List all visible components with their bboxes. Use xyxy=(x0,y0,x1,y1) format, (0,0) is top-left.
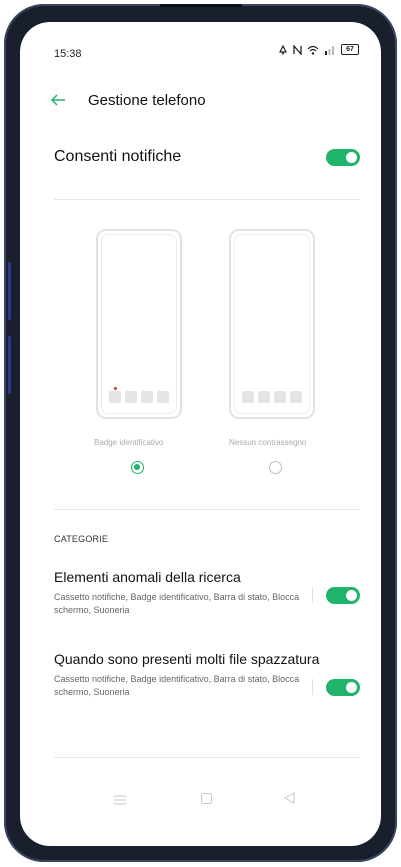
badge-option-label: Badge identificativo xyxy=(94,438,164,447)
no-badge-preview-screen xyxy=(234,234,310,414)
badge-option-radio[interactable] xyxy=(131,461,144,474)
divider xyxy=(54,199,360,200)
badge-preview-phone xyxy=(96,229,182,419)
top-bezel-slot xyxy=(160,4,242,7)
no-badge-option-label: Nessun contrassegno xyxy=(229,438,307,447)
badge-dot xyxy=(114,387,117,390)
category-toggle[interactable] xyxy=(326,587,360,604)
divider xyxy=(54,757,360,758)
toggle-knob xyxy=(346,152,357,163)
status-bar: 15:38 67 xyxy=(20,22,381,60)
app-icon xyxy=(258,391,270,403)
no-badge-option-radio[interactable] xyxy=(269,461,282,474)
toggle-knob xyxy=(346,682,357,693)
divider xyxy=(54,509,360,510)
category-description: Cassetto notifiche, Badge identificativo… xyxy=(54,674,300,697)
home-button[interactable] xyxy=(201,791,212,809)
page-title: Gestione telefono xyxy=(88,92,206,109)
back-nav-button[interactable] xyxy=(283,791,295,809)
allow-notifications-toggle[interactable] xyxy=(326,149,360,166)
app-icon xyxy=(274,391,286,403)
home-icon xyxy=(201,793,212,804)
categories-header: CATEGORIE xyxy=(54,534,109,544)
badge-preview-screen xyxy=(101,234,177,414)
app-icon xyxy=(290,391,302,403)
category-item[interactable]: Quando sono presenti molti file spazzatu… xyxy=(54,648,360,699)
volume-down-key xyxy=(8,336,11,394)
header: Gestione telefono xyxy=(20,90,381,114)
alarm-icon xyxy=(279,44,287,54)
app-icon xyxy=(125,391,137,403)
vertical-separator xyxy=(312,679,313,695)
toggle-knob xyxy=(346,590,357,601)
app-icon xyxy=(242,391,254,403)
app-icon xyxy=(109,387,121,403)
back-triangle-icon xyxy=(283,792,295,804)
category-description: Cassetto notifiche, Badge identificativo… xyxy=(54,592,300,615)
allow-notifications-row: Consenti notifiche xyxy=(54,146,360,170)
badge-preview-dock xyxy=(98,387,180,403)
menu-button[interactable] xyxy=(114,792,126,810)
category-title: Quando sono presenti molti file spazzatu… xyxy=(54,651,320,667)
category-title: Elementi anomali della ricerca xyxy=(54,569,241,585)
no-badge-preview-phone xyxy=(229,229,315,419)
vertical-separator xyxy=(312,587,313,603)
nfc-icon xyxy=(293,44,302,55)
volume-up-key xyxy=(8,262,11,320)
battery-icon: 67 xyxy=(341,44,359,55)
category-item[interactable]: Elementi anomali della ricerca Cassetto … xyxy=(54,566,360,617)
signal-icon xyxy=(325,45,334,55)
category-toggle[interactable] xyxy=(326,679,360,696)
allow-notifications-label: Consenti notifiche xyxy=(54,148,182,165)
status-time: 15:38 xyxy=(54,48,82,60)
no-badge-preview-dock xyxy=(231,391,313,403)
app-icon xyxy=(157,391,169,403)
arrow-left-icon xyxy=(50,94,65,106)
back-button[interactable] xyxy=(50,93,66,112)
screen: 15:38 67 Gestione telefono Consenti noti… xyxy=(20,22,381,846)
menu-icon xyxy=(114,795,126,805)
navigation-bar xyxy=(20,780,381,820)
status-icons: 67 xyxy=(278,44,359,55)
wifi-icon xyxy=(307,45,319,55)
app-icon xyxy=(141,391,153,403)
